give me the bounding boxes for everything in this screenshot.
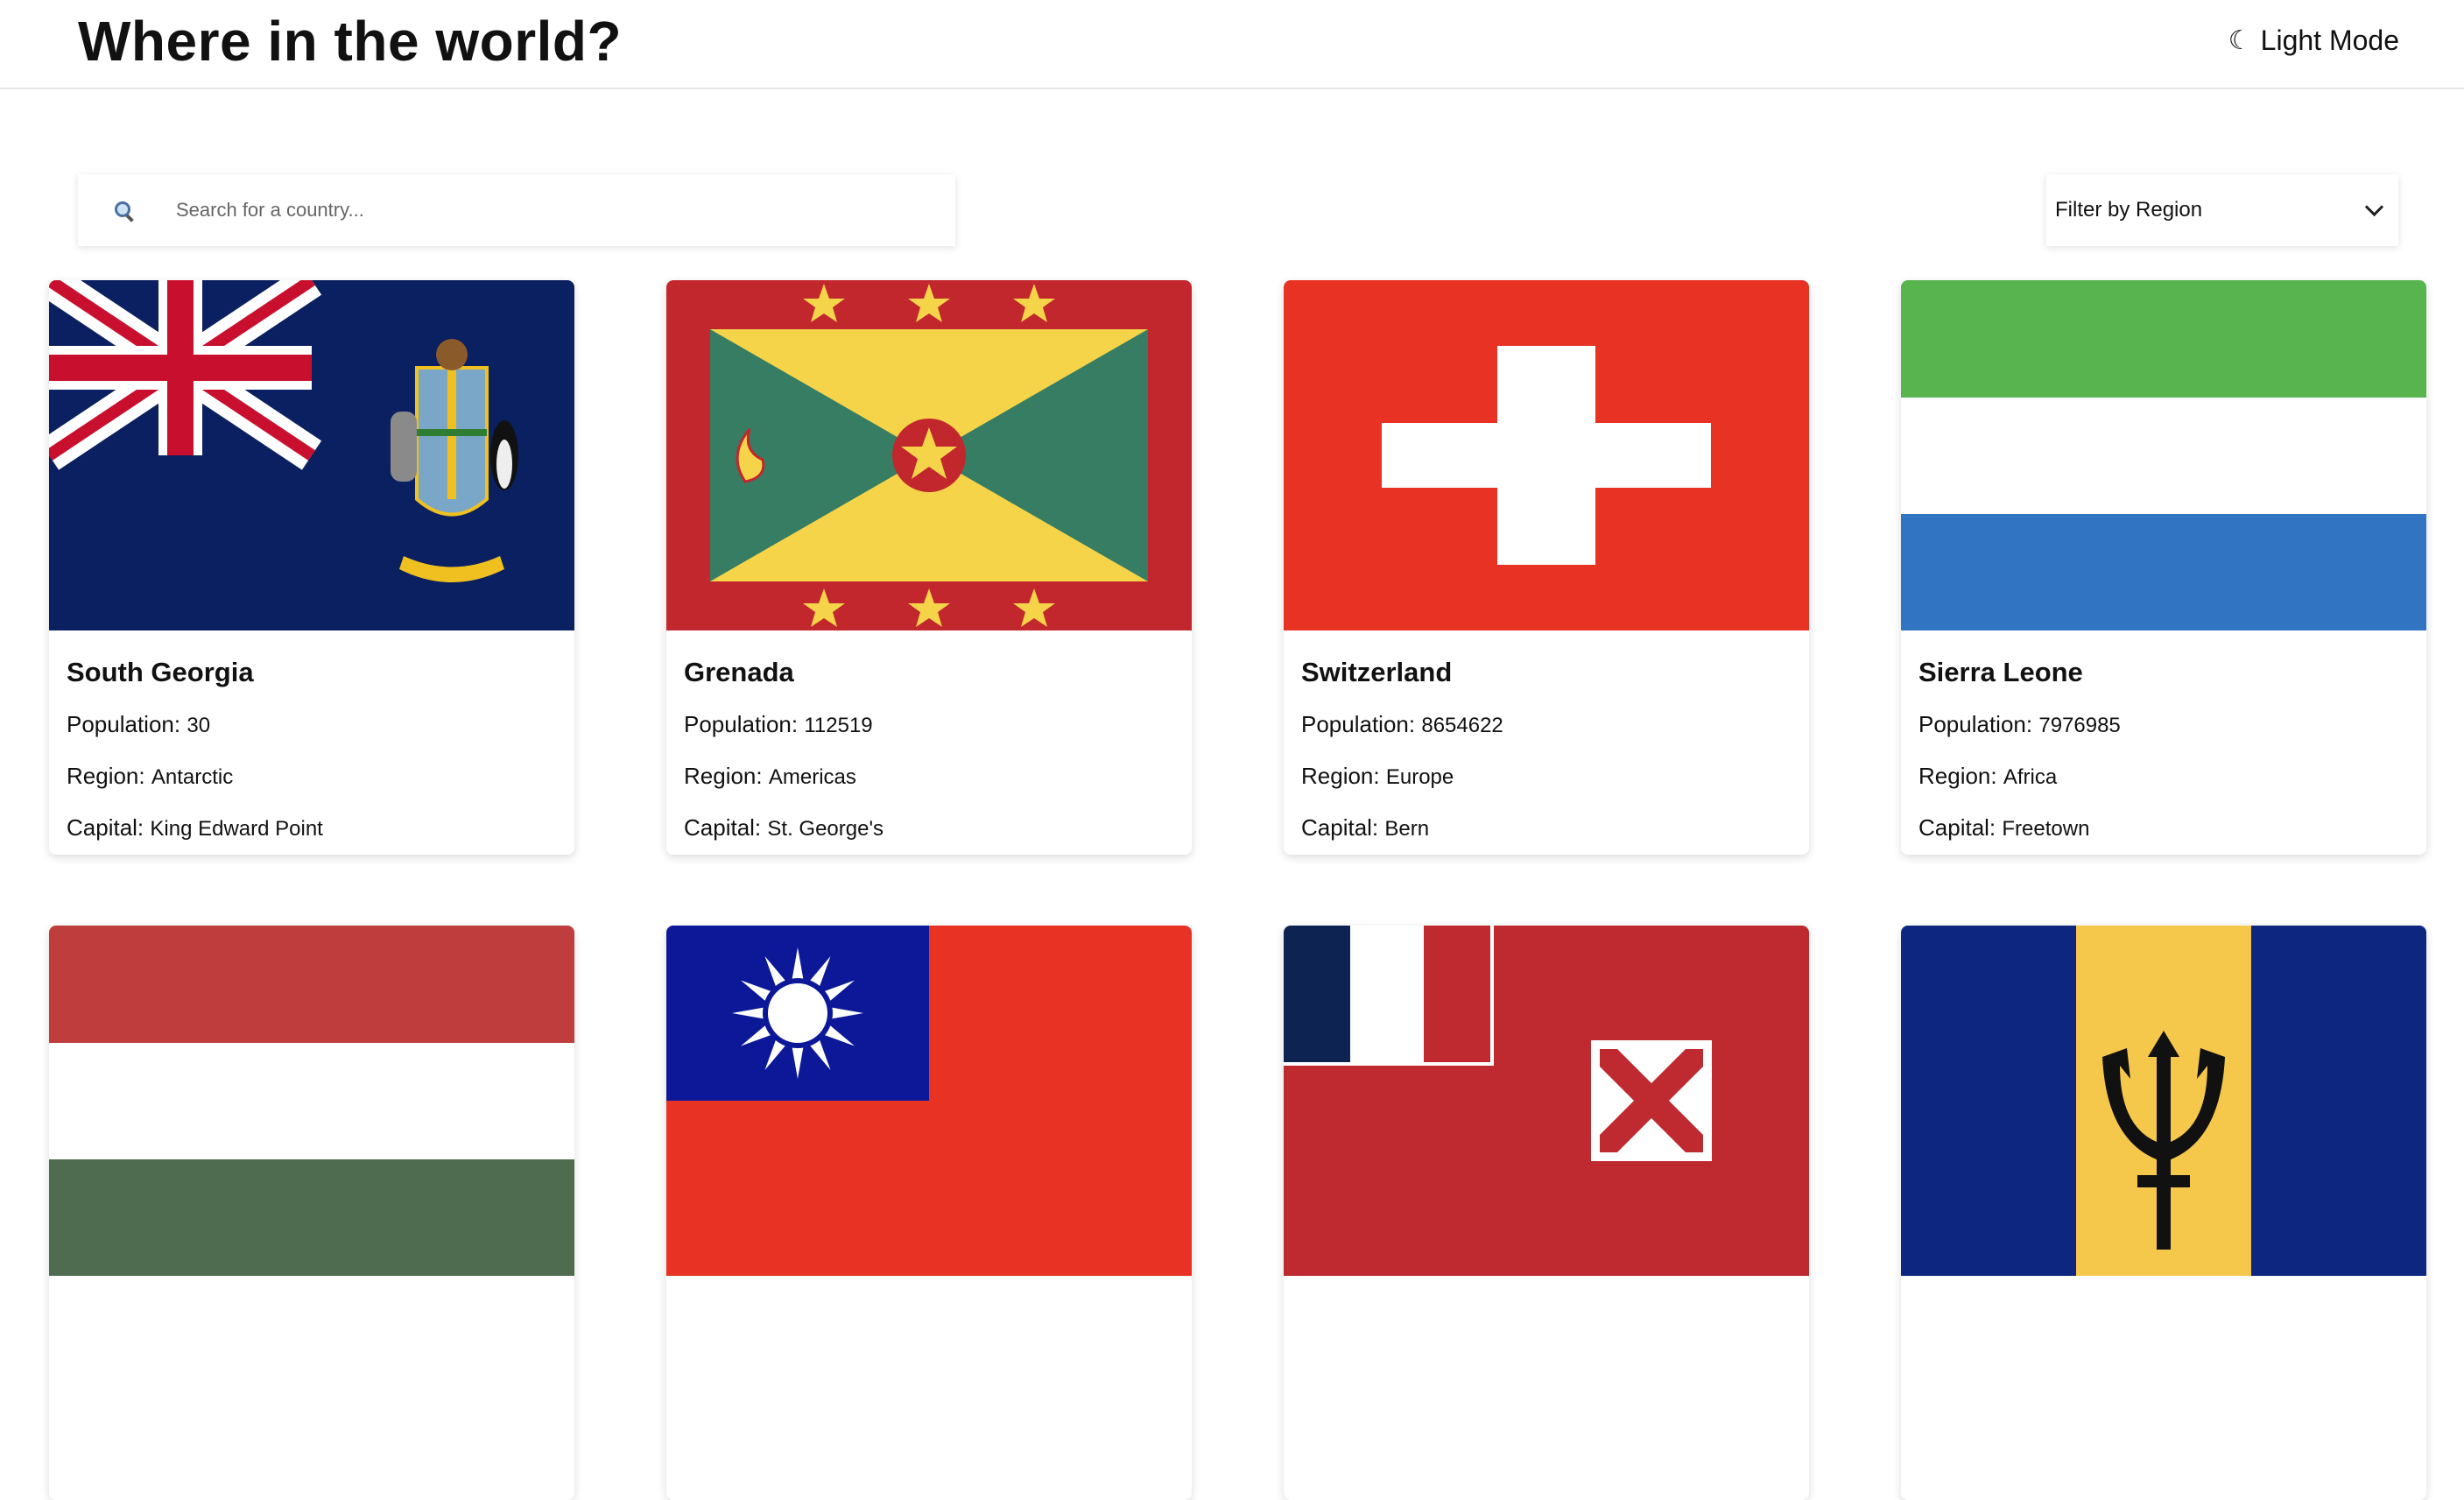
flag-barbados [1901,926,2426,1276]
country-card[interactable] [1284,926,1809,1500]
capital-label: Capital: [684,814,762,841]
region-filter-label: Filter by Region [2055,198,2203,222]
population-value: 30 [187,714,211,737]
flag-south-georgia [49,280,574,630]
flag-taiwan [666,926,1192,1276]
capital-label: Capital: [1301,814,1379,841]
country-name: Switzerland [1301,657,1453,687]
region-label: Region: [1918,763,1997,789]
population-value: 7976985 [2038,714,2121,737]
moon-icon: ☾ [2228,25,2252,56]
capital-label: Capital: [67,814,144,841]
search-bar[interactable] [78,174,955,246]
region-value: Europe [1385,765,1454,789]
country-card[interactable]: Sierra Leone Population: 7976985 Region:… [1901,280,2426,855]
region-value: Antarctic [151,765,234,789]
population-label: Population: [67,711,181,737]
region-value: Africa [2003,765,2058,789]
chevron-down-icon [2364,197,2384,216]
region-label: Region: [67,763,145,789]
country-name: South Georgia [67,657,254,687]
search-icon [115,201,132,219]
population-value: 8654622 [1421,714,1503,737]
region-label: Region: [1301,763,1380,789]
population-label: Population: [684,711,799,737]
capital-value: King Edward Point [150,817,323,841]
region-label: Region: [684,763,763,789]
country-card[interactable]: Grenada Population: 112519 Region: Ameri… [666,280,1192,855]
search-input[interactable] [174,198,896,222]
population-value: 112519 [804,714,873,737]
country-card[interactable]: Switzerland Population: 8654622 Region: … [1284,280,1809,855]
app-header: Where in the world? ☾ Light Mode [0,0,2464,89]
capital-value: Bern [1384,817,1430,841]
flag-sierra-leone [1901,280,2426,630]
country-name: Sierra Leone [1918,657,2083,687]
country-card[interactable]: South Georgia Population: 30 Region: Ant… [49,280,574,855]
region-filter-select[interactable]: Filter by Region [2046,174,2398,246]
country-card[interactable] [49,926,574,1500]
flag-switzerland [1284,280,1809,630]
capital-value: St. George's [767,817,884,841]
population-label: Population: [1301,711,1416,737]
flag-hungary [49,926,574,1276]
country-card[interactable] [1901,926,2426,1500]
capital-value: Freetown [2002,817,2090,841]
capital-label: Capital: [1918,814,1996,841]
page-title: Where in the world? [78,10,623,73]
flag-grenada [666,280,1192,630]
country-name: Grenada [684,657,794,687]
theme-toggle-label: Light Mode [2260,25,2399,56]
country-card[interactable] [666,926,1192,1500]
theme-toggle-button[interactable]: ☾ Light Mode [2228,25,2399,57]
flag-wallis-and-futuna [1284,926,1809,1276]
population-label: Population: [1918,711,2033,737]
region-value: Americas [768,765,856,789]
